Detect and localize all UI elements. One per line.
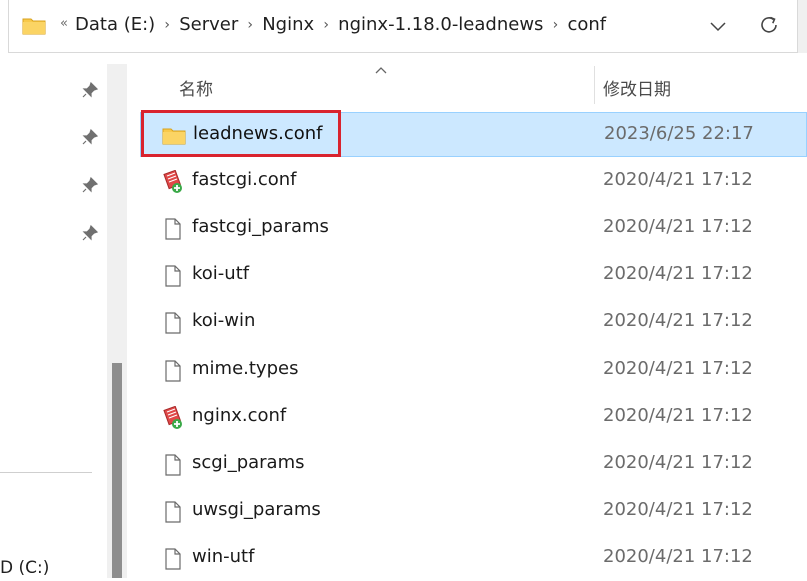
file-row[interactable]: fastcgi_params 2020/4/21 17:12 bbox=[140, 206, 807, 251]
file-row[interactable]: nginx.conf 2020/4/21 17:12 bbox=[140, 395, 807, 440]
file-row[interactable]: koi-utf 2020/4/21 17:12 bbox=[140, 253, 807, 298]
file-row[interactable]: fastcgi.conf 2020/4/21 17:12 bbox=[140, 159, 807, 204]
file-icon bbox=[161, 500, 185, 524]
breadcrumb-separator-icon[interactable]: › bbox=[543, 17, 567, 33]
sort-ascending-icon bbox=[374, 60, 388, 79]
file-name: koi-win bbox=[192, 310, 256, 331]
file-name: koi-utf bbox=[192, 263, 250, 284]
chevron-down-icon[interactable] bbox=[708, 16, 728, 36]
file-date-modified: 2020/4/21 17:12 bbox=[603, 499, 753, 520]
file-row[interactable]: win-utf 2020/4/21 17:12 bbox=[140, 536, 807, 581]
file-row[interactable]: uwsgi_params 2020/4/21 17:12 bbox=[140, 489, 807, 534]
file-name: scgi_params bbox=[192, 452, 305, 473]
file-name: fastcgi.conf bbox=[192, 169, 297, 190]
pin-icon[interactable] bbox=[81, 128, 99, 146]
pin-icon[interactable] bbox=[81, 224, 99, 242]
file-date-modified: 2020/4/21 17:12 bbox=[603, 546, 753, 567]
file-name: mime.types bbox=[192, 358, 299, 379]
file-icon bbox=[161, 311, 185, 335]
file-date-modified: 2020/4/21 17:12 bbox=[603, 358, 753, 379]
file-icon bbox=[161, 453, 185, 477]
address-bar[interactable]: « Data (E:) › Server › Nginx › nginx-1.1… bbox=[8, 0, 798, 53]
breadcrumb-separator-icon[interactable]: › bbox=[155, 17, 179, 33]
folder-icon bbox=[162, 124, 186, 148]
breadcrumb-item[interactable]: Server bbox=[179, 14, 238, 35]
file-icon bbox=[161, 547, 185, 571]
file-icon bbox=[161, 217, 185, 241]
column-divider[interactable] bbox=[594, 66, 595, 104]
breadcrumb-item[interactable]: conf bbox=[567, 14, 606, 35]
pin-icon[interactable] bbox=[81, 81, 99, 99]
column-header-date[interactable]: 修改日期 bbox=[603, 75, 671, 100]
breadcrumb-separator-icon[interactable]: › bbox=[238, 17, 262, 33]
file-row[interactable]: mime.types 2020/4/21 17:12 bbox=[140, 348, 807, 393]
scrollbar-thumb[interactable] bbox=[112, 363, 122, 578]
column-header-name[interactable]: 名称 bbox=[179, 75, 213, 100]
folder-icon bbox=[22, 16, 46, 40]
breadcrumb-item[interactable]: Nginx bbox=[262, 14, 314, 35]
file-date-modified: 2020/4/21 17:12 bbox=[603, 216, 753, 237]
pin-icon[interactable] bbox=[81, 176, 99, 194]
file-date-modified: 2023/6/25 22:17 bbox=[604, 123, 754, 144]
breadcrumb-item[interactable]: nginx-1.18.0-leadnews bbox=[338, 14, 543, 35]
nav-item-drive[interactable]: D (C:) bbox=[0, 558, 49, 578]
file-date-modified: 2020/4/21 17:12 bbox=[603, 263, 753, 284]
file-icon bbox=[161, 264, 185, 288]
file-icon bbox=[161, 359, 185, 383]
file-row[interactable]: scgi_params 2020/4/21 17:12 bbox=[140, 442, 807, 487]
file-date-modified: 2020/4/21 17:12 bbox=[603, 405, 753, 426]
file-name: uwsgi_params bbox=[192, 499, 321, 520]
breadcrumb-separator-icon[interactable]: › bbox=[314, 17, 338, 33]
conf-file-icon bbox=[161, 169, 185, 194]
breadcrumb-overflow-icon[interactable]: « bbox=[60, 16, 68, 31]
conf-file-icon bbox=[161, 405, 185, 430]
file-name: nginx.conf bbox=[192, 405, 287, 426]
file-row[interactable]: leadnews.conf 2023/6/25 22:17 bbox=[140, 112, 807, 157]
file-date-modified: 2020/4/21 17:12 bbox=[603, 310, 753, 331]
file-name: leadnews.conf bbox=[193, 123, 323, 144]
nav-divider bbox=[0, 472, 92, 473]
file-name: fastcgi_params bbox=[192, 216, 329, 237]
window-edge bbox=[798, 0, 807, 53]
file-date-modified: 2020/4/21 17:12 bbox=[603, 452, 753, 473]
file-name: win-utf bbox=[192, 546, 255, 567]
file-date-modified: 2020/4/21 17:12 bbox=[603, 169, 753, 190]
refresh-icon[interactable] bbox=[758, 14, 780, 36]
file-row[interactable]: koi-win 2020/4/21 17:12 bbox=[140, 300, 807, 345]
breadcrumb-item[interactable]: Data (E:) bbox=[75, 14, 155, 35]
breadcrumb: Data (E:) › Server › Nginx › nginx-1.18.… bbox=[75, 14, 606, 35]
